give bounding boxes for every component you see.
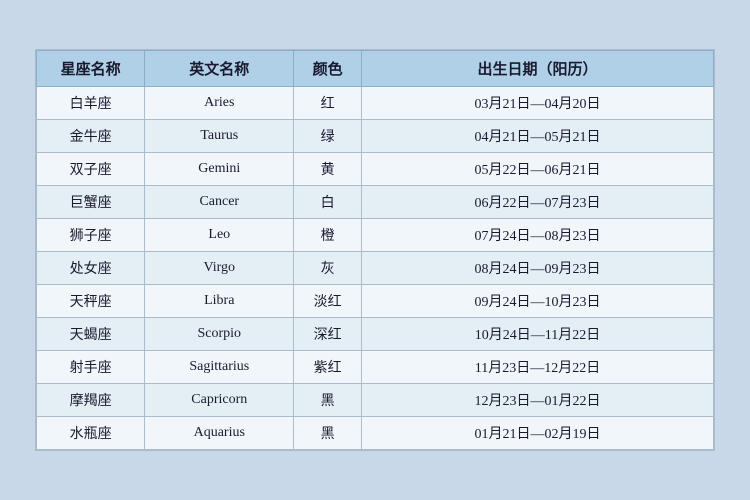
cell-color: 黑 [294, 417, 362, 450]
cell-zh: 白羊座 [37, 87, 145, 120]
cell-zh: 双子座 [37, 153, 145, 186]
cell-color: 橙 [294, 219, 362, 252]
cell-color: 灰 [294, 252, 362, 285]
cell-en: Virgo [145, 252, 294, 285]
cell-date: 11月23日—12月22日 [361, 351, 713, 384]
cell-en: Leo [145, 219, 294, 252]
cell-zh: 摩羯座 [37, 384, 145, 417]
cell-color: 绿 [294, 120, 362, 153]
cell-color: 黄 [294, 153, 362, 186]
table-header-row: 星座名称 英文名称 颜色 出生日期（阳历） [37, 51, 714, 87]
cell-date: 03月21日—04月20日 [361, 87, 713, 120]
table-row: 摩羯座Capricorn黑12月23日—01月22日 [37, 384, 714, 417]
header-date: 出生日期（阳历） [361, 51, 713, 87]
cell-zh: 天蝎座 [37, 318, 145, 351]
cell-color: 深红 [294, 318, 362, 351]
cell-date: 05月22日—06月21日 [361, 153, 713, 186]
table-row: 白羊座Aries红03月21日—04月20日 [37, 87, 714, 120]
zodiac-table-container: 星座名称 英文名称 颜色 出生日期（阳历） 白羊座Aries红03月21日—04… [35, 49, 715, 451]
table-row: 处女座Virgo灰08月24日—09月23日 [37, 252, 714, 285]
cell-en: Taurus [145, 120, 294, 153]
cell-en: Cancer [145, 186, 294, 219]
cell-zh: 处女座 [37, 252, 145, 285]
cell-zh: 水瓶座 [37, 417, 145, 450]
table-row: 水瓶座Aquarius黑01月21日—02月19日 [37, 417, 714, 450]
table-row: 射手座Sagittarius紫红11月23日—12月22日 [37, 351, 714, 384]
table-row: 巨蟹座Cancer白06月22日—07月23日 [37, 186, 714, 219]
cell-en: Aquarius [145, 417, 294, 450]
cell-color: 红 [294, 87, 362, 120]
cell-date: 01月21日—02月19日 [361, 417, 713, 450]
header-zh: 星座名称 [37, 51, 145, 87]
table-row: 天秤座Libra淡红09月24日—10月23日 [37, 285, 714, 318]
zodiac-table: 星座名称 英文名称 颜色 出生日期（阳历） 白羊座Aries红03月21日—04… [36, 50, 714, 450]
table-row: 狮子座Leo橙07月24日—08月23日 [37, 219, 714, 252]
cell-color: 淡红 [294, 285, 362, 318]
cell-zh: 天秤座 [37, 285, 145, 318]
cell-zh: 金牛座 [37, 120, 145, 153]
cell-color: 紫红 [294, 351, 362, 384]
table-row: 天蝎座Scorpio深红10月24日—11月22日 [37, 318, 714, 351]
cell-en: Scorpio [145, 318, 294, 351]
cell-en: Aries [145, 87, 294, 120]
header-en: 英文名称 [145, 51, 294, 87]
cell-en: Libra [145, 285, 294, 318]
cell-date: 12月23日—01月22日 [361, 384, 713, 417]
cell-date: 08月24日—09月23日 [361, 252, 713, 285]
table-row: 双子座Gemini黄05月22日—06月21日 [37, 153, 714, 186]
cell-date: 06月22日—07月23日 [361, 186, 713, 219]
cell-en: Sagittarius [145, 351, 294, 384]
cell-en: Capricorn [145, 384, 294, 417]
table-body: 白羊座Aries红03月21日—04月20日金牛座Taurus绿04月21日—0… [37, 87, 714, 450]
table-row: 金牛座Taurus绿04月21日—05月21日 [37, 120, 714, 153]
cell-date: 09月24日—10月23日 [361, 285, 713, 318]
cell-date: 07月24日—08月23日 [361, 219, 713, 252]
cell-date: 04月21日—05月21日 [361, 120, 713, 153]
cell-color: 黑 [294, 384, 362, 417]
cell-date: 10月24日—11月22日 [361, 318, 713, 351]
cell-zh: 狮子座 [37, 219, 145, 252]
cell-zh: 巨蟹座 [37, 186, 145, 219]
cell-zh: 射手座 [37, 351, 145, 384]
cell-color: 白 [294, 186, 362, 219]
cell-en: Gemini [145, 153, 294, 186]
header-color: 颜色 [294, 51, 362, 87]
